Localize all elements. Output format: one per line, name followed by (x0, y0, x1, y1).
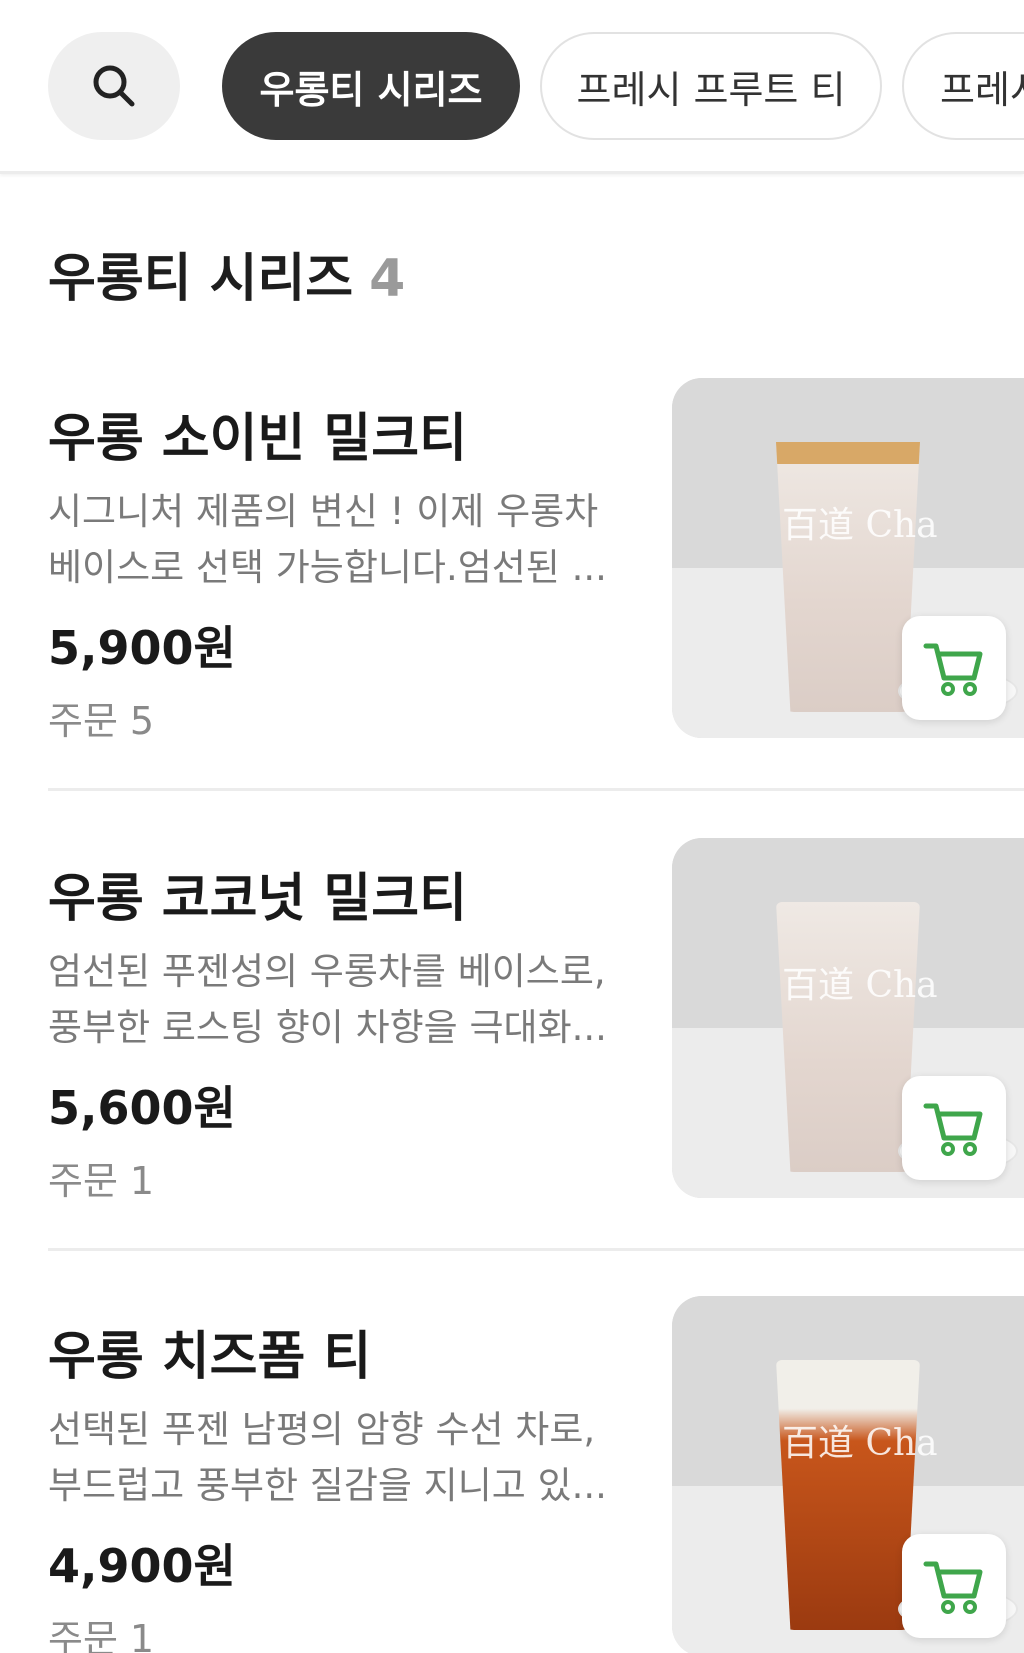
product-name: 우롱 치즈폼 티 (48, 1327, 372, 1387)
product-orders: 주문 1 (48, 1150, 154, 1205)
drink-foam (776, 442, 920, 464)
product-name: 우롱 소이빈 밀크티 (48, 409, 467, 469)
product-image[interactable]: 百道 Cha (672, 1296, 1024, 1653)
product-description: 시그니처 제품의 변신 ! 이제 우롱차 베이스로 선택 가능합니다.엄선된 .… (48, 490, 607, 589)
menu-page: 우롱티 시리즈 프레시 프루트 티 프레시 우롱티 시리즈4 우롱 소이빈 밀크… (0, 0, 1024, 1653)
tab-fresh[interactable]: 프레시 (902, 32, 1024, 140)
tab-oolong-series[interactable]: 우롱티 시리즈 (222, 32, 520, 140)
product-name: 우롱 코코넛 밀크티 (48, 869, 467, 929)
orders-label: 주문 (48, 699, 118, 743)
section-count: 4 (369, 249, 406, 309)
product-description: 선택된 푸젠 남평의 암향 수선 차로, 부드럽고 풍부한 질감을 지니고 있.… (48, 1408, 607, 1507)
section-title: 우롱티 시리즈 4 (48, 236, 405, 311)
product-orders: 주문 1 (48, 1608, 154, 1653)
drink-cup (776, 1360, 920, 1630)
cart-icon (923, 1561, 983, 1614)
orders-count: 1 (129, 1159, 155, 1203)
orders-label: 주문 (48, 1159, 118, 1203)
product-item[interactable]: 우롱 소이빈 밀크티 시그니처 제품의 변신 ! 이제 우롱차 베이스로 선택 … (48, 378, 1024, 776)
divider (48, 788, 1024, 791)
search-icon (93, 65, 135, 107)
product-image[interactable]: 百道 Cha (672, 838, 1024, 1198)
cup-logo-text: 百道 Cha (782, 505, 938, 546)
product-description: 엄선된 푸젠성의 우롱차를 베이스로, 풍부한 로스팅 향이 차향을 극대화..… (48, 950, 607, 1049)
orders-label: 주문 (48, 1617, 118, 1653)
section-title-text: 우롱티 시리즈 (48, 249, 354, 309)
add-to-cart-button[interactable] (902, 1076, 1006, 1180)
search-button[interactable] (48, 32, 180, 140)
category-bar: 우롱티 시리즈 프레시 프루트 티 프레시 (0, 0, 1024, 174)
product-price: 4,900원 (48, 1539, 236, 1593)
drink-cup (776, 902, 920, 1172)
orders-count: 1 (129, 1617, 155, 1653)
cart-icon (923, 1103, 983, 1156)
divider (48, 1248, 1024, 1251)
product-item[interactable]: 우롱 치즈폼 티 선택된 푸젠 남평의 암향 수선 차로, 부드럽고 풍부한 질… (48, 1296, 1024, 1653)
product-price: 5,900원 (48, 621, 236, 675)
product-orders: 주문 5 (48, 690, 154, 745)
cup-logo-text: 百道 Cha (782, 965, 938, 1006)
drink-cup (776, 442, 920, 712)
product-image[interactable]: 百道 Cha (672, 378, 1024, 738)
add-to-cart-button[interactable] (902, 616, 1006, 720)
cart-icon (923, 643, 983, 696)
cup-logo-text: 百道 Cha (782, 1423, 938, 1464)
orders-count: 5 (129, 699, 155, 743)
product-item[interactable]: 우롱 코코넛 밀크티 엄선된 푸젠성의 우롱차를 베이스로, 풍부한 로스팅 향… (48, 838, 1024, 1236)
product-price: 5,600원 (48, 1081, 236, 1135)
add-to-cart-button[interactable] (902, 1534, 1006, 1638)
tab-fresh-fruit-tea[interactable]: 프레시 프루트 티 (540, 32, 882, 140)
